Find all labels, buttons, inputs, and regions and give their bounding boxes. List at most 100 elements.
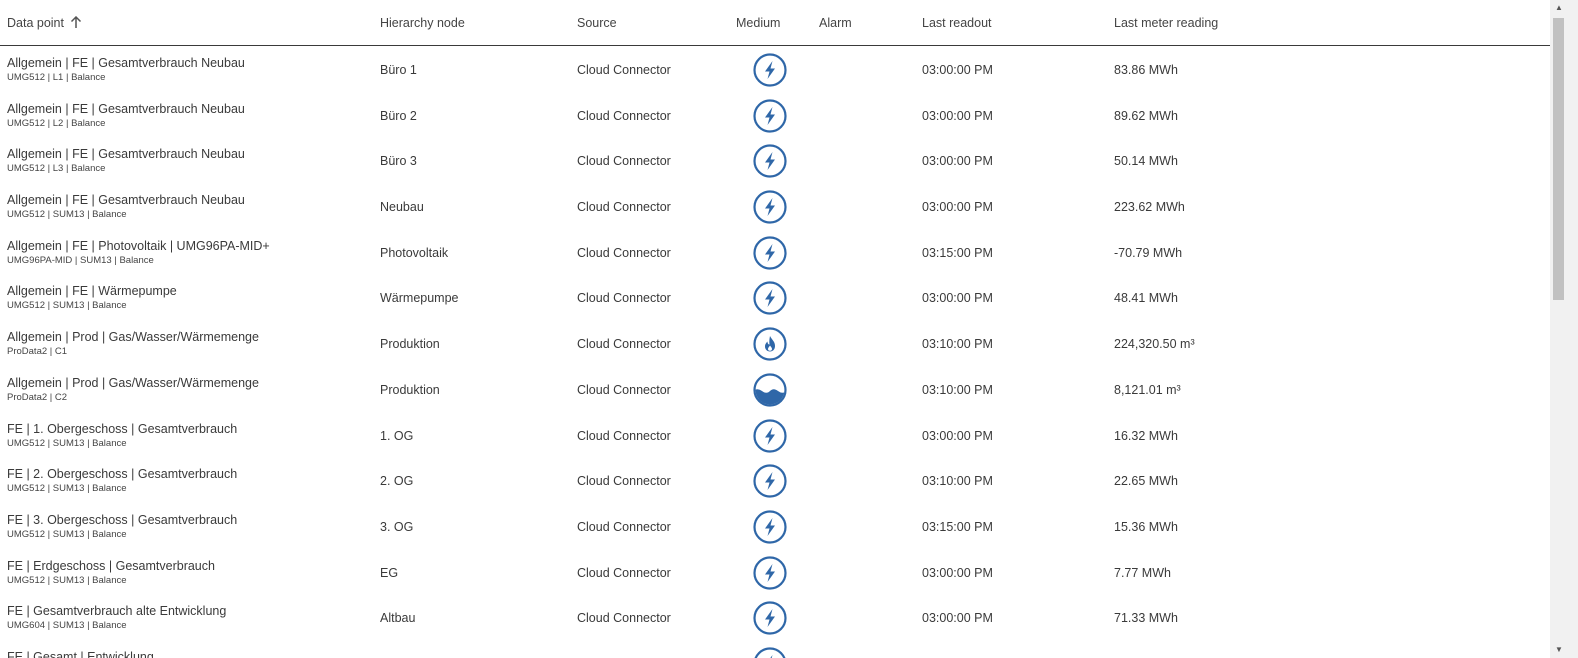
source-cell: Cloud Connector (577, 565, 671, 580)
table-row[interactable]: Allgemein | FE | Gesamtverbrauch Neubau U… (0, 137, 1560, 183)
data-point-name: Allgemein | FE | Photovoltaik | UMG96PA-… (7, 238, 270, 253)
water-icon (753, 373, 787, 407)
hierarchy-node-cell: EG (380, 565, 399, 580)
vertical-scrollbar[interactable]: ▲ ▼ (1550, 0, 1578, 658)
data-point-name: Allgemein | FE | Gesamtverbrauch Neubau (7, 147, 245, 162)
source-cell: Cloud Connector (577, 291, 671, 306)
data-point-name: Allgemein | Prod | Gas/Wasser/Wärmemenge (7, 330, 259, 345)
last-meter-reading-cell: 15.36 MWh (1114, 519, 1178, 534)
table-row[interactable]: Allgemein | FE | Photovoltaik | UMG96PA-… (0, 229, 1560, 275)
data-point-details: UMG512 | SUM13 | Balance (7, 483, 127, 495)
last-readout-cell: 03:00:00 PM (922, 565, 993, 580)
last-readout-cell: 03:00:00 PM (922, 291, 993, 306)
last-meter-reading-cell: 50.14 MWh (1114, 154, 1178, 169)
scroll-down-arrow-icon[interactable]: ▼ (1553, 644, 1565, 656)
electricity-icon (753, 464, 787, 498)
last-readout-cell: 03:10:00 PM (922, 474, 993, 489)
data-point-details: UMG512 | SUM13 | Balance (7, 300, 127, 312)
hierarchy-node-cell: Produktion (380, 382, 440, 397)
last-meter-reading-cell: 48.41 MWh (1114, 291, 1178, 306)
data-point-name: Allgemein | FE | Gesamtverbrauch Neubau (7, 101, 245, 116)
data-point-name: Allgemein | FE | Gesamtverbrauch Neubau (7, 193, 245, 208)
electricity-icon (753, 510, 787, 544)
hierarchy-node-cell: Produktion (380, 337, 440, 352)
column-header-last-meter-reading[interactable]: Last meter reading (1114, 16, 1218, 30)
scroll-thumb[interactable] (1553, 18, 1564, 300)
table-body: Allgemein | FE | Gesamtverbrauch Neubau U… (0, 46, 1560, 658)
table-row[interactable]: Allgemein | FE | Wärmepumpe UMG512 | SUM1… (0, 274, 1560, 320)
last-meter-reading-cell: 71.33 MWh (1114, 611, 1178, 626)
last-meter-reading-cell: 8,121.01 m³ (1114, 382, 1181, 397)
column-header-medium[interactable]: Medium (736, 16, 780, 30)
column-header-data-point[interactable]: Data point (7, 15, 82, 32)
data-point-name: Allgemein | FE | Wärmepumpe (7, 284, 177, 299)
column-header-hierarchy-node[interactable]: Hierarchy node (380, 16, 465, 30)
data-point-details: UMG512 | SUM13 | Balance (7, 528, 127, 540)
table-row[interactable]: FE | Gesamt | Entwicklung (0, 640, 1560, 658)
scroll-up-arrow-icon[interactable]: ▲ (1553, 2, 1565, 14)
last-meter-reading-cell: 22.65 MWh (1114, 474, 1178, 489)
data-point-name: FE | 3. Obergeschoss | Gesamtverbrauch (7, 512, 238, 527)
last-readout-cell: 03:10:00 PM (922, 337, 993, 352)
electricity-icon (753, 601, 787, 635)
data-point-details: UMG512 | SUM13 | Balance (7, 574, 127, 586)
data-point-name: FE | Gesamtverbrauch alte Entwicklung (7, 604, 227, 619)
table-row[interactable]: Allgemein | Prod | Gas/Wasser/Wärmemenge… (0, 320, 1560, 366)
data-point-name: Allgemein | FE | Gesamtverbrauch Neubau (7, 56, 245, 70)
table-row[interactable]: FE | Erdgeschoss | Gesamtverbrauch UMG512… (0, 549, 1560, 595)
table-header: Data point Hierarchy node Source Medium … (0, 0, 1560, 46)
source-cell: Cloud Connector (577, 519, 671, 534)
data-point-details: UMG512 | L2 | Balance (7, 117, 106, 129)
column-header-last-readout[interactable]: Last readout (922, 16, 992, 30)
arrow-up-icon[interactable] (70, 15, 82, 32)
last-meter-reading-cell: 16.32 MWh (1114, 428, 1178, 443)
table-row[interactable]: Allgemein | Prod | Gas/Wasser/Wärmemenge… (0, 366, 1560, 412)
electricity-icon (753, 236, 787, 270)
last-readout-cell: 03:00:00 PM (922, 611, 993, 626)
hierarchy-node-cell: Neubau (380, 200, 424, 215)
last-meter-reading-cell: 89.62 MWh (1114, 108, 1178, 123)
column-header-alarm[interactable]: Alarm (819, 16, 852, 30)
table-row[interactable]: Allgemein | FE | Gesamtverbrauch Neubau U… (0, 46, 1560, 92)
hierarchy-node-cell: Wärmepumpe (380, 291, 459, 306)
column-header-source[interactable]: Source (577, 16, 617, 30)
table-row[interactable]: FE | 2. Obergeschoss | Gesamtverbrauch UM… (0, 457, 1560, 503)
electricity-icon (753, 144, 787, 178)
hierarchy-node-cell: 1. OG (380, 428, 414, 443)
data-point-name: Allgemein | Prod | Gas/Wasser/Wärmemenge (7, 375, 259, 390)
data-point-details: ProData2 | C2 (7, 391, 68, 403)
last-readout-cell: 03:00:00 PM (922, 154, 993, 169)
electricity-icon (753, 647, 787, 658)
source-cell: Cloud Connector (577, 108, 671, 123)
last-readout-cell: 03:10:00 PM (922, 382, 993, 397)
data-point-details: UMG604 | SUM13 | Balance (7, 620, 127, 632)
source-cell: Cloud Connector (577, 337, 671, 352)
data-point-details: UMG512 | L1 | Balance (7, 72, 106, 83)
last-readout-cell: 03:15:00 PM (922, 519, 993, 534)
gas-flame-icon (753, 327, 787, 361)
hierarchy-node-cell: Altbau (380, 611, 416, 626)
hierarchy-node-cell: 3. OG (380, 519, 414, 534)
data-point-details: UMG512 | SUM13 | Balance (7, 209, 127, 221)
table-row[interactable]: Allgemein | FE | Gesamtverbrauch Neubau U… (0, 183, 1560, 229)
data-point-details: UMG512 | SUM13 | Balance (7, 437, 127, 449)
source-cell: Cloud Connector (577, 63, 671, 77)
last-meter-reading-cell: 224,320.50 m³ (1114, 337, 1195, 352)
electricity-icon (753, 190, 787, 224)
table-row[interactable]: Allgemein | FE | Gesamtverbrauch Neubau U… (0, 92, 1560, 138)
table-row[interactable]: FE | 1. Obergeschoss | Gesamtverbrauch UM… (0, 412, 1560, 458)
last-readout-cell: 03:00:00 PM (922, 428, 993, 443)
source-cell: Cloud Connector (577, 611, 671, 626)
last-readout-cell: 03:00:00 PM (922, 200, 993, 215)
last-readout-cell: 03:00:00 PM (922, 108, 993, 123)
hierarchy-node-cell: Büro 2 (380, 108, 417, 123)
hierarchy-node-cell: Photovoltaik (380, 245, 449, 260)
data-point-details: UMG512 | L3 | Balance (7, 163, 106, 175)
hierarchy-node-cell: Büro 3 (380, 154, 417, 169)
source-cell: Cloud Connector (577, 474, 671, 489)
table-row[interactable]: FE | Gesamtverbrauch alte Entwicklung UMG… (0, 594, 1560, 640)
source-cell: Cloud Connector (577, 428, 671, 443)
table-row[interactable]: FE | 3. Obergeschoss | Gesamtverbrauch UM… (0, 503, 1560, 549)
data-point-table: Data point Hierarchy node Source Medium … (0, 0, 1560, 658)
data-point-name: FE | 1. Obergeschoss | Gesamtverbrauch (7, 421, 238, 436)
